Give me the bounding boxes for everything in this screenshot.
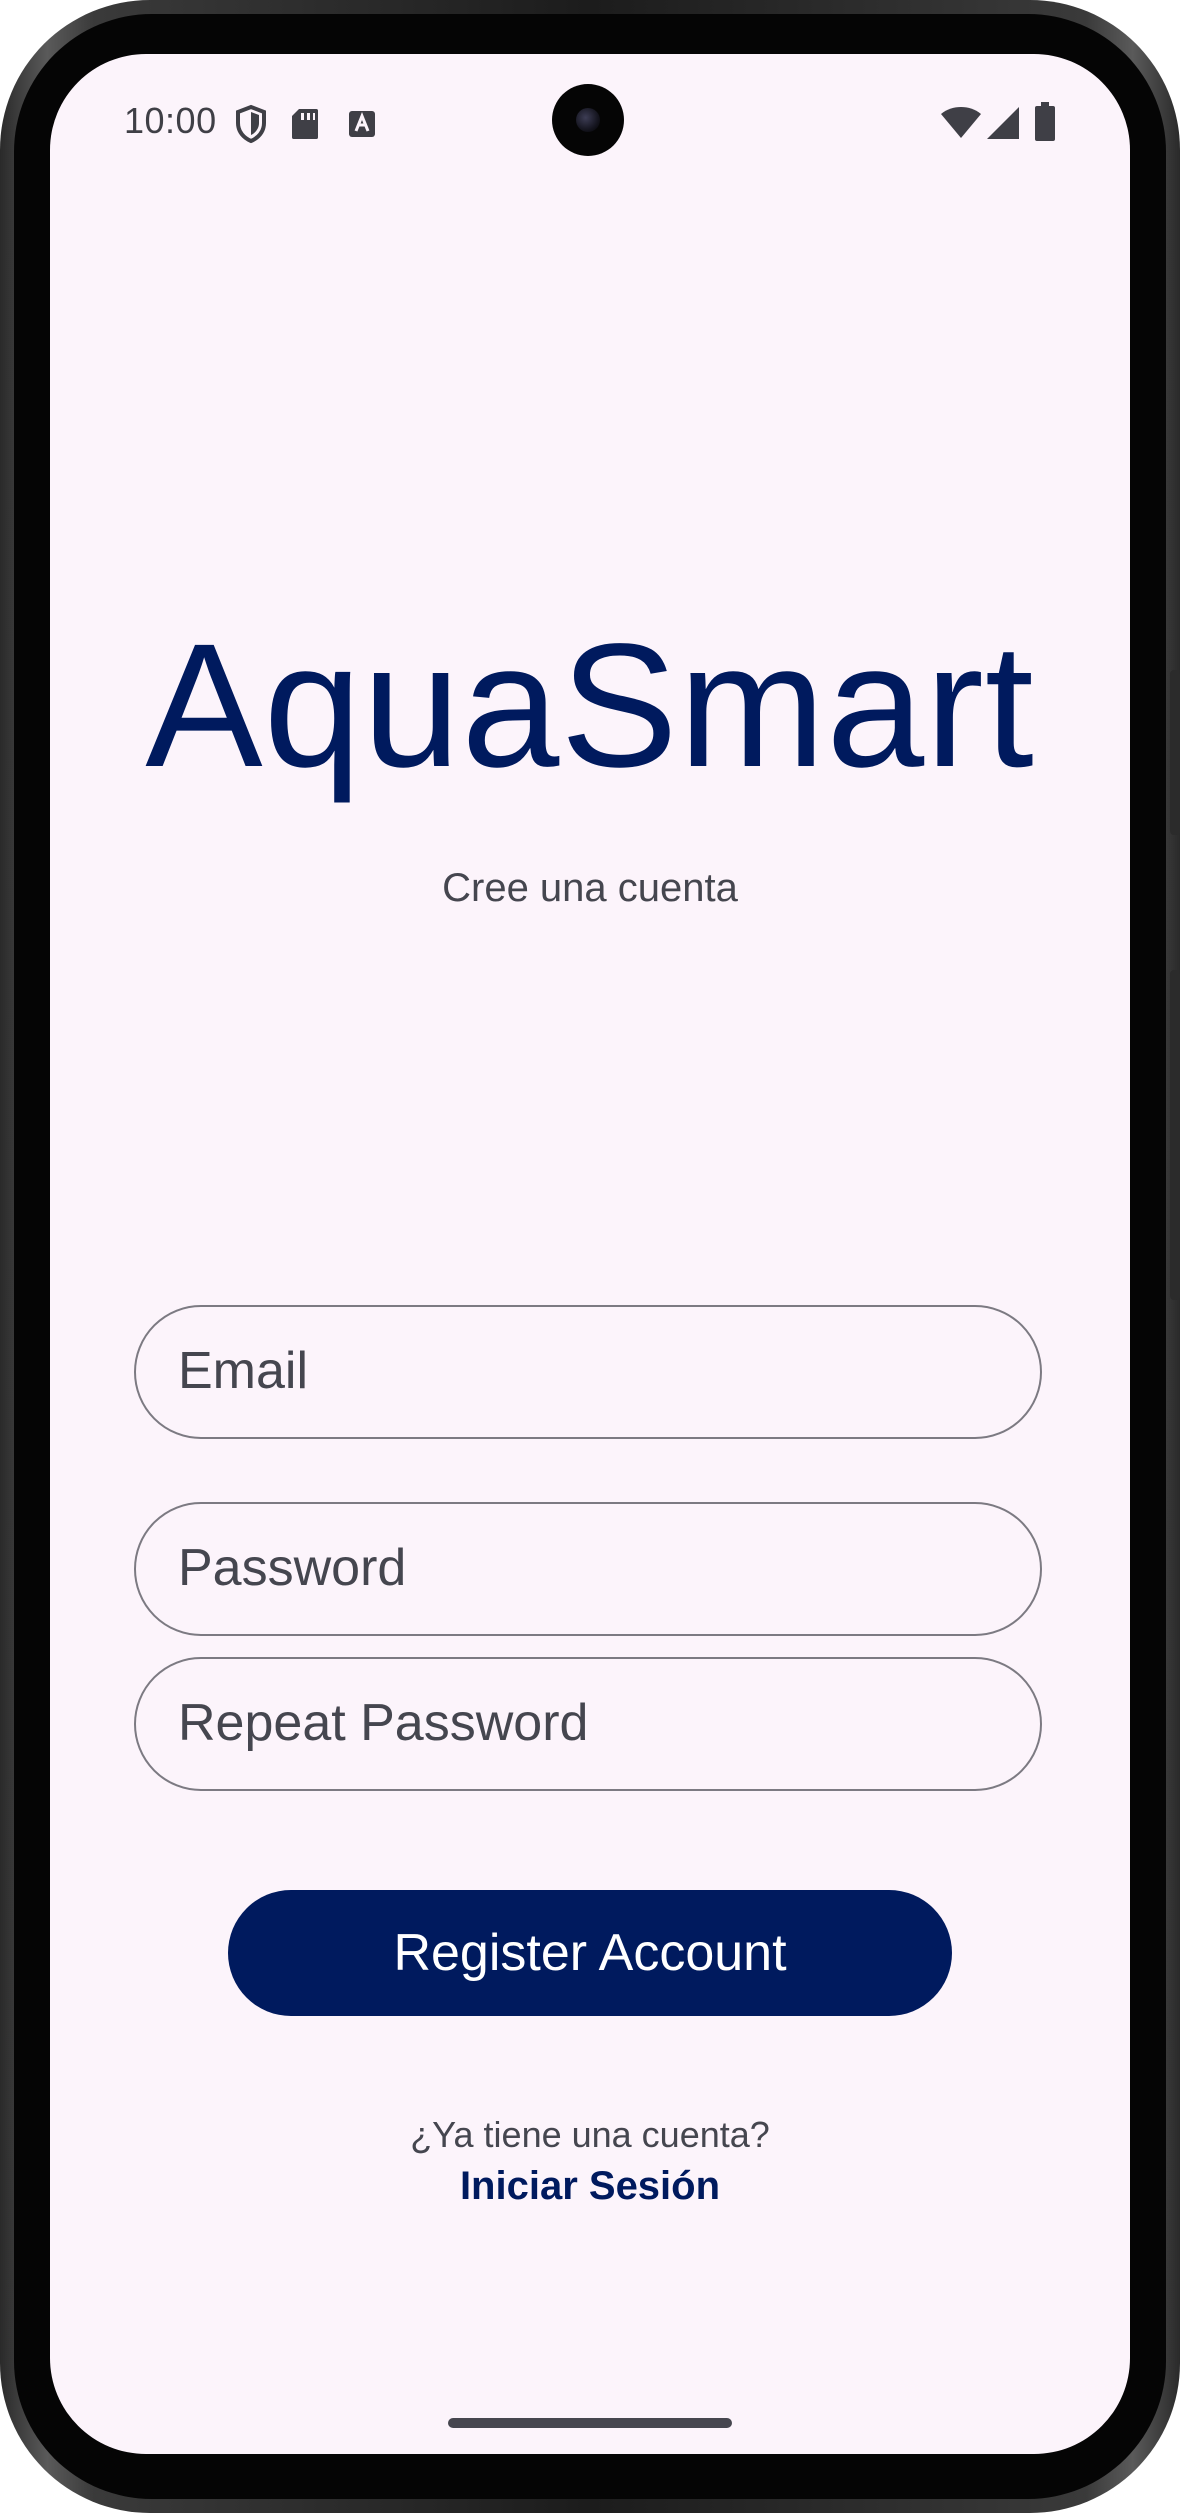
home-indicator[interactable] [448, 2418, 732, 2428]
repeat-password-field-label: Repeat Password [178, 1694, 589, 1752]
cellular-signal-icon [986, 106, 1020, 145]
phone-frame: 10:00 AquaSmart Cree una cuenta Email Pa… [0, 0, 1180, 2513]
register-account-button[interactable]: Register Account [228, 1890, 952, 2016]
wifi-icon [940, 106, 982, 145]
status-time: 10:00 [124, 100, 217, 141]
volume-button [1170, 670, 1180, 835]
password-field-label: Password [178, 1539, 407, 1597]
email-field-label: Email [178, 1342, 309, 1400]
status-bar: 10:00 [50, 54, 1130, 184]
battery-icon [1034, 102, 1056, 147]
repeat-password-field[interactable]: Repeat Password [134, 1657, 1042, 1791]
have-account-text: ¿Ya tiene una cuenta? [410, 2114, 770, 2155]
shield-icon [234, 104, 268, 149]
app-title: AquaSmart [145, 608, 1035, 804]
login-link[interactable]: Iniciar Sesión [50, 2164, 1130, 2209]
screen: 10:00 AquaSmart Cree una cuenta Email Pa… [50, 54, 1130, 2454]
page-subtitle: Cree una cuenta [442, 866, 738, 910]
front-camera [552, 84, 624, 156]
sd-card-icon [290, 107, 320, 146]
email-field[interactable]: Email [134, 1305, 1042, 1439]
password-field[interactable]: Password [134, 1502, 1042, 1636]
keyboard-a-icon [348, 110, 376, 143]
power-button [1170, 970, 1180, 1300]
